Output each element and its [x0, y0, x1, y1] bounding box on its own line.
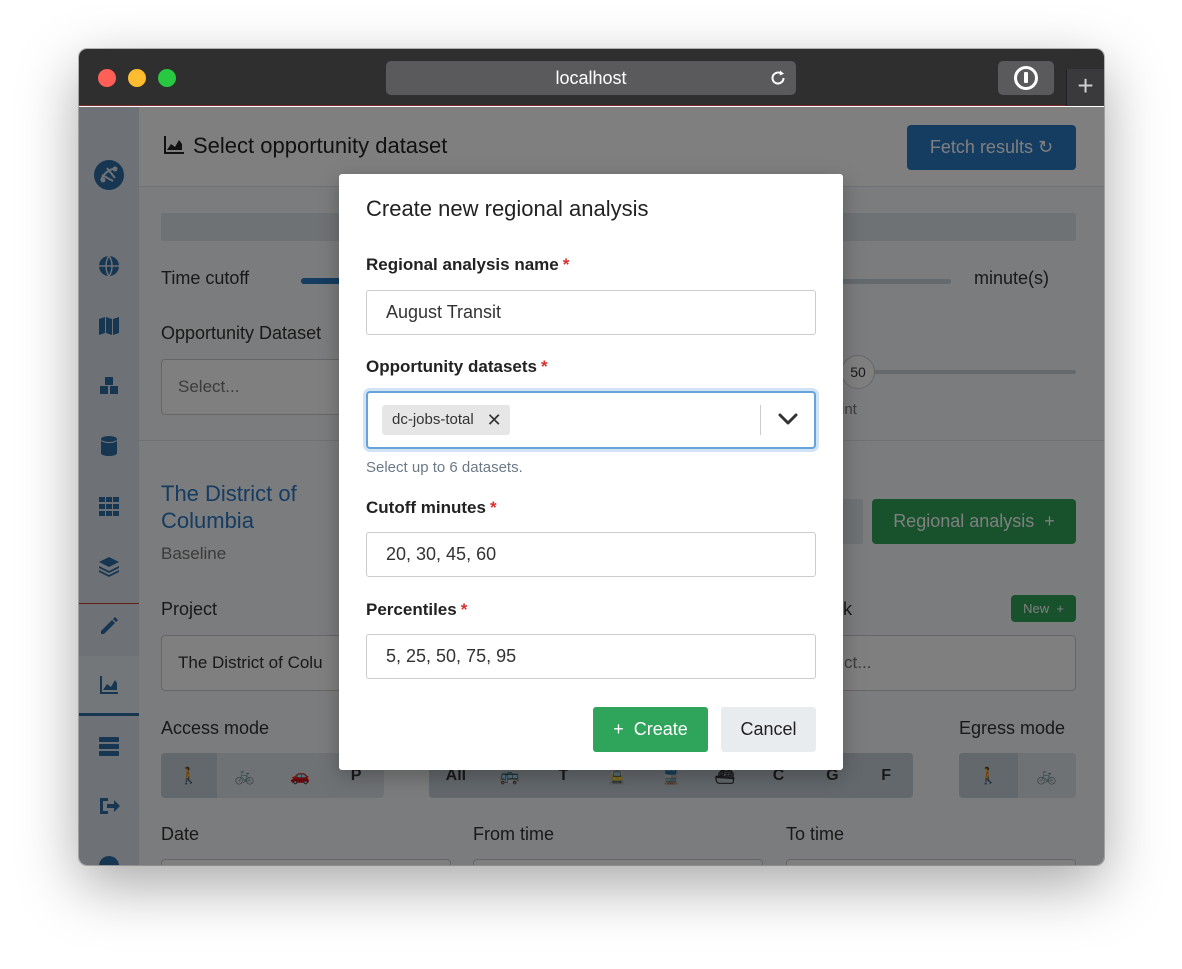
new-tab-button[interactable]: +: [1066, 69, 1104, 106]
cutoff-minutes-input[interactable]: [366, 532, 816, 577]
reload-icon[interactable]: [768, 68, 788, 88]
select-separator: [760, 405, 761, 435]
password-manager-icon: [1014, 66, 1038, 90]
maximize-window-button[interactable]: [158, 69, 176, 87]
cutoff-minutes-label: Cutoff minutes *: [366, 498, 497, 517]
browser-titlebar: localhost +: [79, 49, 1104, 106]
close-window-button[interactable]: [98, 69, 116, 87]
selected-dataset-chip: dc-jobs-total ✕: [382, 405, 510, 435]
datasets-help-text: Select up to 6 datasets.: [366, 459, 523, 476]
required-marker: *: [562, 255, 570, 274]
minimize-window-button[interactable]: [128, 69, 146, 87]
address-bar[interactable]: localhost: [386, 61, 796, 95]
required-marker: *: [489, 498, 497, 517]
opportunity-datasets-select[interactable]: dc-jobs-total ✕: [366, 391, 816, 449]
cancel-button[interactable]: Cancel: [721, 707, 816, 752]
chevron-down-icon[interactable]: [778, 411, 798, 427]
required-marker: *: [460, 600, 468, 619]
plus-icon: +: [613, 719, 624, 739]
browser-window: localhost + Create new regional analysis…: [79, 49, 1104, 865]
analysis-name-label: Regional analysis name *: [366, 255, 570, 274]
create-button[interactable]: + Create: [593, 707, 708, 752]
percentiles-input[interactable]: [366, 634, 816, 679]
password-manager-button[interactable]: [998, 61, 1054, 95]
required-marker: *: [540, 357, 548, 376]
analysis-name-input[interactable]: [366, 290, 816, 335]
url-text: localhost: [555, 68, 627, 88]
percentiles-label: Percentiles *: [366, 600, 468, 619]
opportunity-datasets-label: Opportunity datasets *: [366, 357, 548, 376]
modal-title: Create new regional analysis: [366, 196, 649, 221]
create-regional-analysis-modal: Create new regional analysis Regional an…: [339, 174, 843, 770]
selected-dataset-label: dc-jobs-total: [392, 411, 474, 428]
remove-dataset-icon[interactable]: ✕: [487, 405, 502, 435]
